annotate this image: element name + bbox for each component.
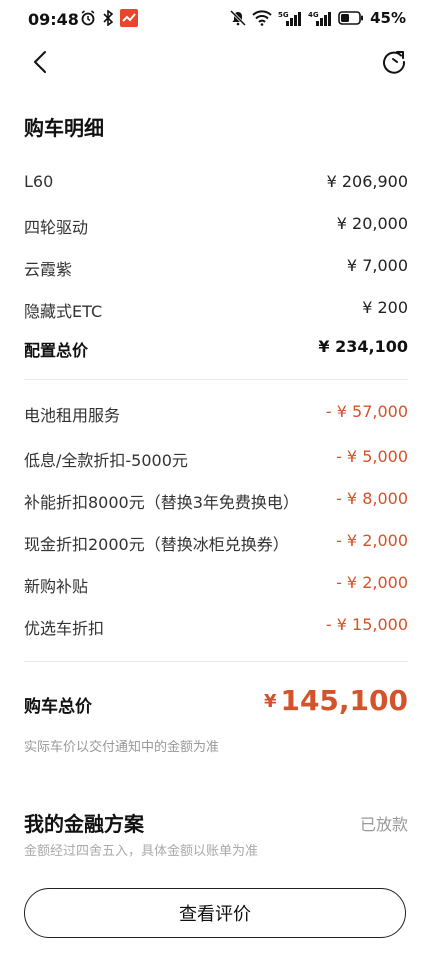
item-price: ¥ 200	[362, 298, 408, 317]
discount-label: 现金折扣2000元（替换冰柜兑换券）	[24, 535, 289, 554]
app-notification-icon	[120, 9, 138, 27]
bluetooth-icon	[103, 10, 114, 26]
discount-row: 低息/全款折扣-5000元 - ¥ 5,000	[24, 447, 408, 471]
back-button[interactable]	[22, 44, 58, 80]
finance-note: 金额经过四舍五入，具体金额以账单为准	[24, 844, 259, 859]
wifi-icon	[252, 10, 272, 26]
discount-label: 补能折扣8000元（替换3年免费换电）	[24, 493, 299, 512]
item-price: ¥ 20,000	[336, 214, 408, 233]
svg-text:5G: 5G	[278, 11, 289, 19]
item-label: 隐藏式ETC	[24, 302, 103, 321]
discount-label: 电池租用服务	[24, 406, 121, 425]
discount-label: 新购补贴	[24, 577, 89, 596]
discount-value: - ¥ 2,000	[336, 573, 408, 592]
discount-row: 优选车折扣 - ¥ 15,000	[24, 615, 408, 639]
discount-row: 电池租用服务 - ¥ 57,000	[24, 402, 408, 426]
view-review-button[interactable]: 查看评价	[24, 888, 406, 938]
discount-row: 现金折扣2000元（替换冰柜兑换券） - ¥ 2,000	[24, 531, 408, 555]
status-time: 09:48	[28, 10, 79, 29]
discount-label: 优选车折扣	[24, 619, 105, 638]
discount-value: - ¥ 5,000	[336, 447, 408, 466]
divider	[24, 661, 408, 662]
currency-symbol: ¥	[263, 691, 277, 712]
item-price: ¥ 7,000	[346, 256, 408, 275]
discount-value: - ¥ 57,000	[325, 402, 408, 421]
discount-label: 低息/全款折扣-5000元	[24, 451, 188, 470]
discount-row: 新购补贴 - ¥ 2,000	[24, 573, 408, 597]
total-amount: 145,100	[280, 684, 408, 717]
refresh-icon	[383, 51, 406, 74]
finance-title: 我的金融方案	[24, 812, 144, 836]
config-row: 隐藏式ETC ¥ 200	[24, 298, 408, 322]
discount-value: - ¥ 2,000	[336, 531, 408, 550]
config-total-row: 配置总价 ¥ 234,100	[24, 337, 408, 361]
config-total-label: 配置总价	[24, 341, 89, 360]
signal-5g-icon: 5G	[278, 11, 302, 26]
item-label: L60	[24, 172, 54, 191]
refresh-button[interactable]	[376, 44, 412, 80]
total-price-value: ¥145,100	[264, 684, 408, 717]
svg-text:4G: 4G	[308, 11, 319, 19]
price-disclaimer: 实际车价以交付通知中的金额为准	[24, 740, 220, 755]
total-price-label: 购车总价	[24, 697, 92, 717]
alarm-icon	[81, 10, 95, 26]
page-title: 购车明细	[24, 116, 104, 140]
discount-row: 补能折扣8000元（替换3年免费换电） - ¥ 8,000	[24, 489, 408, 513]
mute-icon	[230, 10, 247, 26]
status-bar: 09:48 5G 4G 45%	[0, 0, 432, 40]
discount-value: - ¥ 8,000	[336, 489, 408, 508]
battery-icon	[338, 11, 364, 25]
item-label: 云霞紫	[24, 260, 73, 279]
chevron-left-icon	[34, 51, 46, 73]
battery-percent: 45%	[370, 9, 406, 27]
item-price: ¥ 206,900	[326, 172, 408, 191]
discount-value: - ¥ 15,000	[325, 615, 408, 634]
config-row: 四轮驱动 ¥ 20,000	[24, 214, 408, 238]
config-row: 云霞紫 ¥ 7,000	[24, 256, 408, 280]
config-total-value: ¥ 234,100	[318, 337, 408, 356]
item-label: 四轮驱动	[24, 218, 89, 237]
divider	[24, 379, 408, 380]
config-row: L60 ¥ 206,900	[24, 172, 408, 196]
finance-status: 已放款	[359, 815, 408, 834]
signal-4g-icon: 4G	[308, 11, 332, 26]
